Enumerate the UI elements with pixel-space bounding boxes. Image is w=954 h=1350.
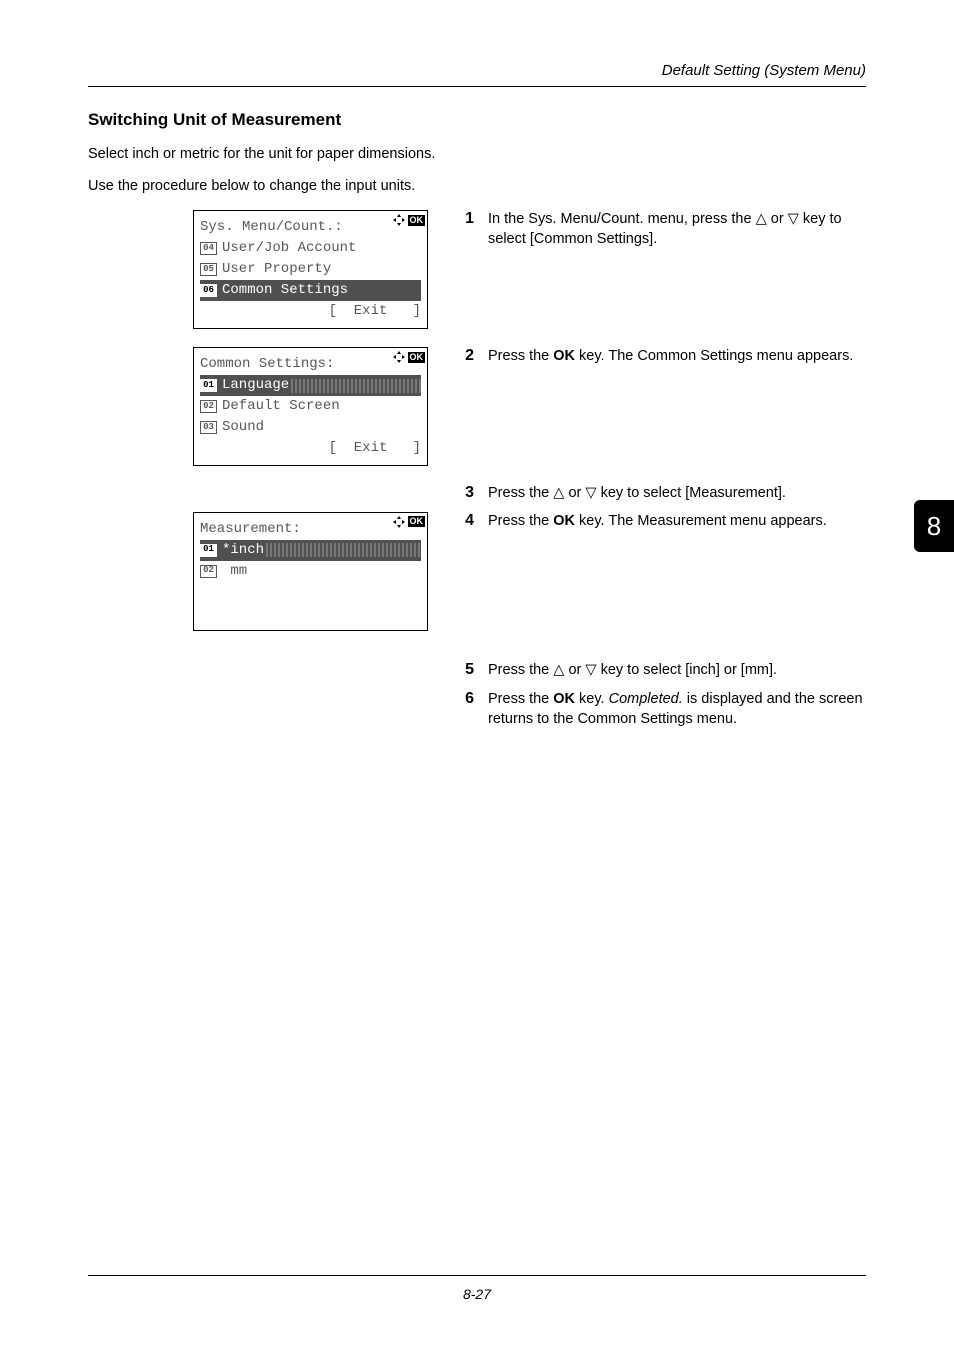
lcd-screen-3: OK Measurement: 01*inch 02 mm <box>193 512 428 631</box>
lcd3-line2: 02 mm <box>200 561 421 582</box>
step-num-3: 3 <box>456 484 474 502</box>
lcd1-line1: 04User/Job Account <box>200 238 421 259</box>
lcd-screen-1: OK Sys. Menu/Count.: 04User/Job Account … <box>193 210 428 329</box>
up-triangle-icon: △ <box>553 662 564 678</box>
lcd3-blank1 <box>200 582 421 603</box>
lcd1-exit: [ Exit ] <box>200 301 421 322</box>
lcd1-line2: 05User Property <box>200 259 421 280</box>
step-6-row: 6 Press the OK key. Completed. is displa… <box>88 690 866 729</box>
chapter-tab: 8 <box>914 500 954 552</box>
para-2: Use the procedure below to change the in… <box>88 178 866 194</box>
para-1: Select inch or metric for the unit for p… <box>88 146 866 162</box>
lcd-screen-2: OK Common Settings: 01Language 02Default… <box>193 347 428 466</box>
down-triangle-icon: ▽ <box>585 485 596 501</box>
lcd2-line1: 01Language <box>200 375 421 396</box>
section-title: Switching Unit of Measurement <box>88 110 866 130</box>
step-num-5: 5 <box>456 661 474 679</box>
step-num-6: 6 <box>456 690 474 708</box>
step-num-4: 4 <box>456 512 474 530</box>
step-num-2: 2 <box>456 347 474 365</box>
down-triangle-icon: ▽ <box>585 662 596 678</box>
step-5-row: 5 Press the △ or ▽ key to select [inch] … <box>88 661 866 681</box>
lcd2-line2: 02Default Screen <box>200 396 421 417</box>
lcd2-line3: 03Sound <box>200 417 421 438</box>
footer-rule <box>88 1275 866 1276</box>
step-3-row: 3 Press the △ or ▽ key to select [Measur… <box>88 484 866 504</box>
step-text-2: Press the OK key. The Common Settings me… <box>488 347 853 367</box>
step-1-row: OK Sys. Menu/Count.: 04User/Job Account … <box>88 210 866 329</box>
step-num-1: 1 <box>456 210 474 228</box>
step-text-4: Press the OK key. The Measurement menu a… <box>488 512 827 532</box>
header-rule <box>88 86 866 87</box>
step-4-row: OK Measurement: 01*inch 02 mm 4 Press th… <box>88 512 866 631</box>
lcd3-blank2 <box>200 603 421 624</box>
step-text-6: Press the OK key. Completed. is displaye… <box>488 690 866 729</box>
step-2-row: OK Common Settings: 01Language 02Default… <box>88 347 866 466</box>
lcd2-title: Common Settings: <box>200 354 421 375</box>
step-text-3: Press the △ or ▽ key to select [Measurem… <box>488 484 786 504</box>
up-triangle-icon: △ <box>756 211 767 227</box>
step-text-5: Press the △ or ▽ key to select [inch] or… <box>488 661 777 681</box>
up-triangle-icon: △ <box>553 485 564 501</box>
content-area: Switching Unit of Measurement Select inc… <box>88 110 866 747</box>
down-triangle-icon: ▽ <box>788 211 799 227</box>
lcd1-line3: 06Common Settings <box>200 280 421 301</box>
step-text-1: In the Sys. Menu/Count. menu, press the … <box>488 210 866 249</box>
lcd3-title: Measurement: <box>200 519 421 540</box>
lcd3-line1: 01*inch <box>200 540 421 561</box>
lcd1-title: Sys. Menu/Count.: <box>200 217 421 238</box>
lcd2-exit: [ Exit ] <box>200 438 421 459</box>
header-right: Default Setting (System Menu) <box>662 62 866 79</box>
page-number: 8-27 <box>0 1286 954 1302</box>
